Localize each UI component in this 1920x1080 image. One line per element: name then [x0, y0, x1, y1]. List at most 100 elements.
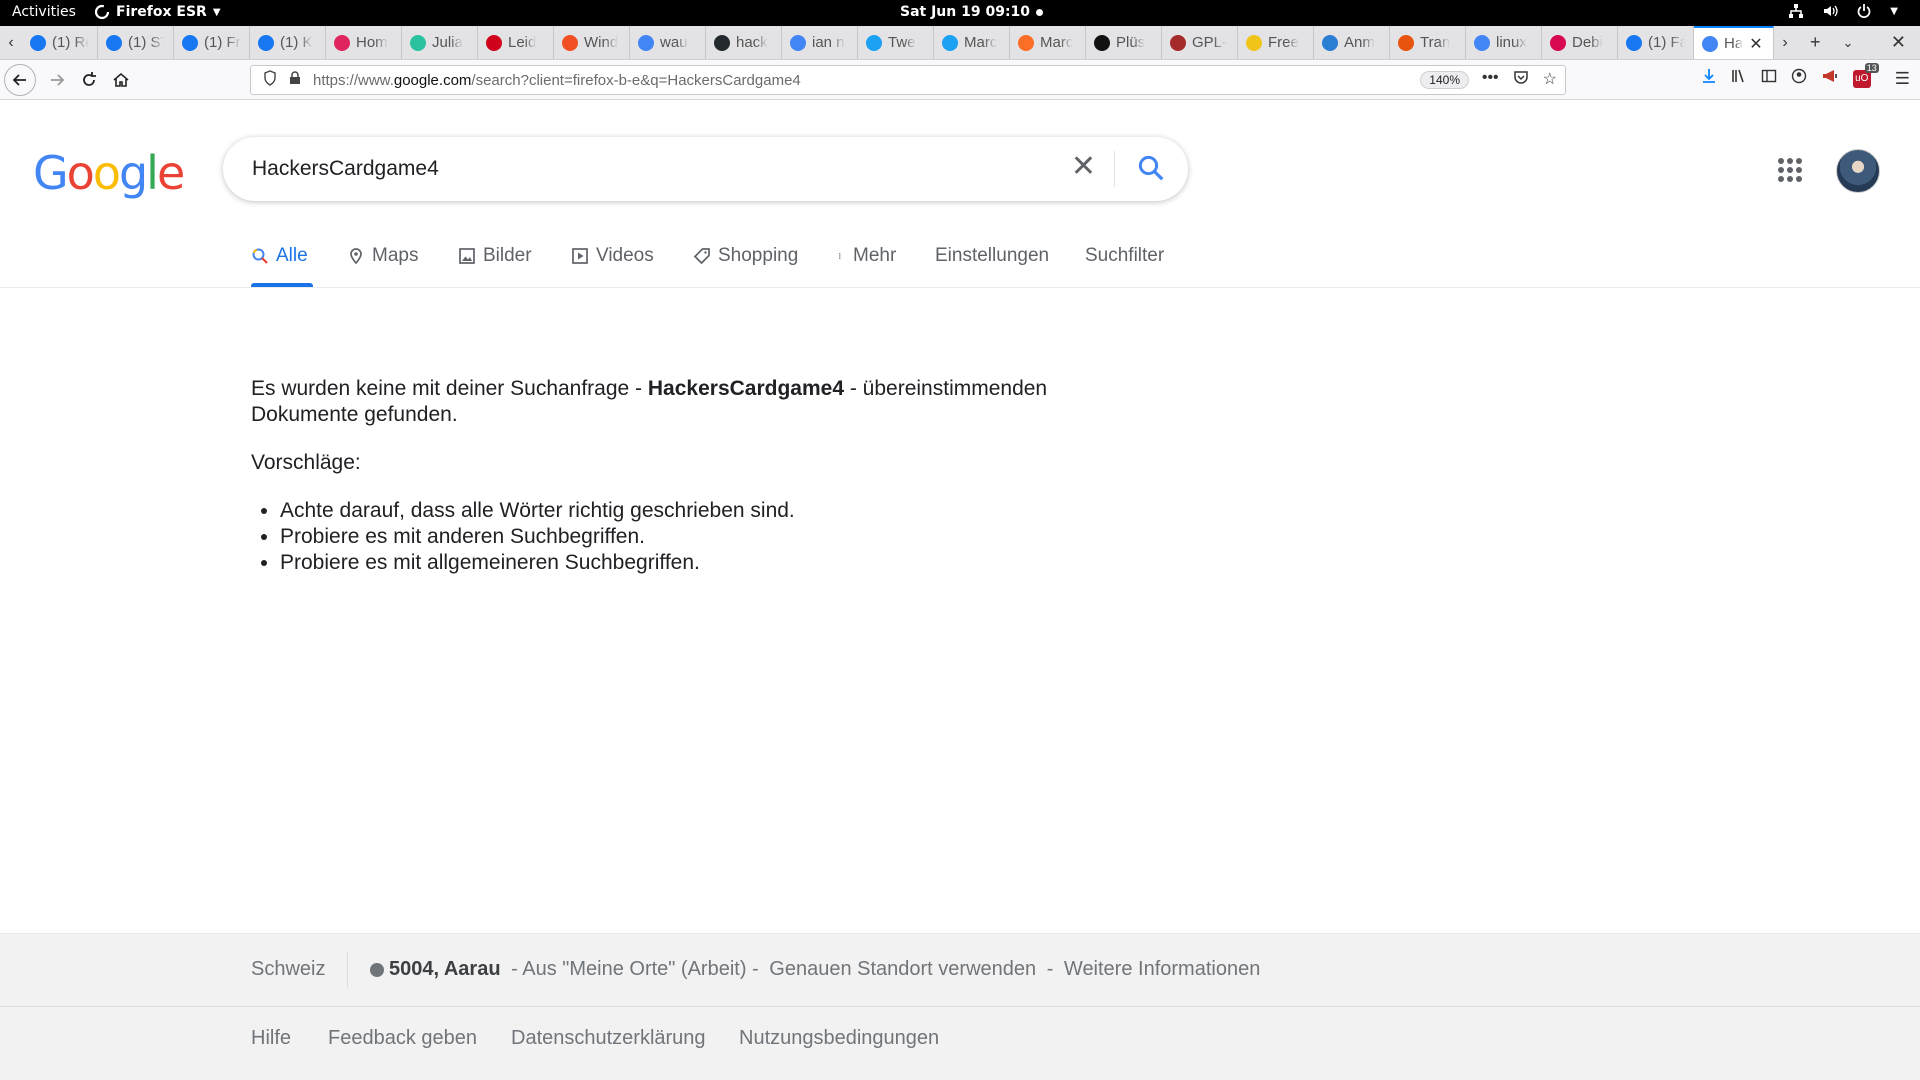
search-tabs: Alle Maps Bilder Videos Shopping Mehr Ei… [0, 231, 1920, 288]
tab-favicon-icon [486, 34, 502, 51]
search-input[interactable] [252, 157, 1032, 181]
avatar[interactable] [1836, 149, 1880, 193]
browser-tab[interactable]: GPL- [1162, 26, 1238, 59]
activities-button[interactable]: Activities [12, 4, 76, 20]
location-dot-icon [370, 962, 384, 977]
no-results-prefix: Es wurden keine mit deiner Suchanfrage - [251, 377, 648, 400]
tab-search-tools[interactable]: Suchfilter [1085, 245, 1164, 267]
tab-favicon-icon [1018, 34, 1034, 51]
tab-favicon-icon [1702, 35, 1718, 52]
browser-tab[interactable]: Marc [934, 26, 1010, 59]
tab-title: (1) Fr [204, 34, 241, 51]
system-tray[interactable]: ▼ [1788, 3, 1898, 19]
address-bar[interactable]: https://www.google.com/search?client=fir… [250, 65, 1566, 95]
tab-title: Anm [1344, 34, 1375, 51]
bookmark-star-icon[interactable]: ☆ [1543, 69, 1557, 90]
browser-tab[interactable]: linux [1466, 26, 1542, 59]
back-button[interactable] [4, 63, 36, 96]
help-link[interactable]: Hilfe [251, 1027, 291, 1050]
tab-maps[interactable]: Maps [347, 245, 418, 267]
close-window-button[interactable]: ✕ [1891, 32, 1906, 53]
tab-title: wau [660, 34, 688, 51]
zoom-reset-button[interactable]: 140% [1420, 71, 1469, 89]
account-icon[interactable] [1791, 68, 1807, 89]
browser-tab[interactable]: Free [1238, 26, 1314, 59]
app-menu[interactable]: Firefox ESR ▼ [94, 4, 221, 20]
list-all-tabs-button[interactable]: ⌄ [1843, 35, 1854, 51]
suggestions-heading: Vorschläge: [251, 451, 361, 474]
suggestion-item: Probiere es mit allgemeineren Suchbegrif… [280, 550, 1131, 576]
browser-tab[interactable]: hack [706, 26, 782, 59]
url-text[interactable]: https://www.google.com/search?client=fir… [313, 72, 801, 89]
browser-tab[interactable]: Debi [1542, 26, 1618, 59]
sidebar-icon[interactable] [1761, 68, 1777, 89]
reload-button[interactable] [72, 63, 106, 97]
privacy-link[interactable]: Datenschutzerklärung [511, 1027, 706, 1050]
tab-favicon-icon [410, 34, 426, 51]
clear-search-icon[interactable]: ✕ [1071, 151, 1096, 183]
browser-tab[interactable]: (1) Fa [1618, 26, 1694, 59]
google-logo[interactable]: Google [33, 146, 185, 200]
tab-images[interactable]: Bilder [458, 245, 532, 267]
browser-tab[interactable]: (1) Fr [174, 26, 250, 59]
home-icon [113, 72, 129, 87]
downloads-icon[interactable] [1701, 68, 1717, 89]
lock-icon[interactable] [287, 71, 303, 89]
library-icon[interactable] [1731, 68, 1747, 89]
arrow-left-icon [12, 73, 26, 86]
browser-tab[interactable]: Julia [402, 26, 478, 59]
tab-videos[interactable]: Videos [571, 245, 654, 267]
browser-tab[interactable]: Leid [478, 26, 554, 59]
search-icon[interactable] [1136, 153, 1166, 183]
browser-tab[interactable]: Anm [1314, 26, 1390, 59]
forward-button[interactable] [40, 63, 74, 97]
browser-tab[interactable]: Tran [1390, 26, 1466, 59]
browser-tab[interactable]: (1) ST [98, 26, 174, 59]
footer-country: Schweiz [251, 958, 326, 980]
browser-tab[interactable]: Marc [1010, 26, 1086, 59]
footer-links: Hilfe Feedback geben Datenschutzerklärun… [0, 1007, 1920, 1080]
browser-tab[interactable]: (1) K [250, 26, 326, 59]
google-apps-icon[interactable] [1778, 158, 1802, 182]
tab-favicon-icon [182, 34, 198, 51]
tab-all[interactable]: Alle [251, 245, 308, 267]
no-results-text: Es wurden keine mit deiner Suchanfrage -… [251, 376, 1131, 428]
tab-shopping[interactable]: Shopping [693, 245, 798, 267]
tab-title: (1) Re [52, 34, 89, 51]
new-tab-button[interactable]: + [1810, 32, 1821, 53]
precise-location-link[interactable]: Genauen Standort verwenden [769, 958, 1036, 981]
tab-title: linux [1496, 34, 1527, 51]
browser-tab[interactable]: Twe [858, 26, 934, 59]
close-tab-icon[interactable]: ✕ [1749, 34, 1762, 54]
browser-tab[interactable]: Ha ✕ [1694, 26, 1774, 59]
suggestion-item: Achte darauf, dass alle Wörter richtig g… [280, 498, 1131, 524]
browser-tab[interactable]: Wind [554, 26, 630, 59]
network-icon [1789, 4, 1804, 18]
browser-tab[interactable]: Hom [326, 26, 402, 59]
megaphone-extension-icon[interactable] [1821, 68, 1839, 89]
more-info-link[interactable]: Weitere Informationen [1064, 958, 1260, 981]
tab-title: Free [1268, 34, 1299, 51]
search-box[interactable]: ✕ [223, 137, 1188, 201]
page-actions-menu-icon[interactable]: ••• [1482, 69, 1499, 90]
browser-tab[interactable]: (1) Re [22, 26, 98, 59]
chevron-down-icon: ▼ [212, 6, 221, 18]
logo-letter: l [146, 146, 159, 200]
logo-letter: o [92, 146, 121, 200]
tab-scroll-left-button[interactable]: ‹ [0, 26, 22, 59]
pocket-icon[interactable] [1513, 69, 1529, 90]
clock[interactable]: Sat Jun 19 09:10 [900, 4, 1044, 20]
browser-tab[interactable]: ian n [782, 26, 858, 59]
home-button[interactable] [104, 63, 138, 97]
ublock-origin-icon[interactable]: uO 13 [1852, 62, 1879, 88]
hamburger-menu-icon[interactable]: ☰ [1895, 69, 1910, 89]
browser-tab[interactable]: Plüs [1086, 26, 1162, 59]
tab-more[interactable]: Mehr [838, 245, 896, 267]
tracking-protection-shield-icon[interactable] [261, 70, 279, 90]
tab-scroll-right-button[interactable]: › [1774, 26, 1796, 59]
browser-tab[interactable]: wau [630, 26, 706, 59]
tab-settings[interactable]: Einstellungen [935, 245, 1049, 267]
terms-link[interactable]: Nutzungsbedingungen [739, 1027, 939, 1050]
feedback-link[interactable]: Feedback geben [328, 1027, 477, 1050]
power-icon [1857, 4, 1871, 18]
